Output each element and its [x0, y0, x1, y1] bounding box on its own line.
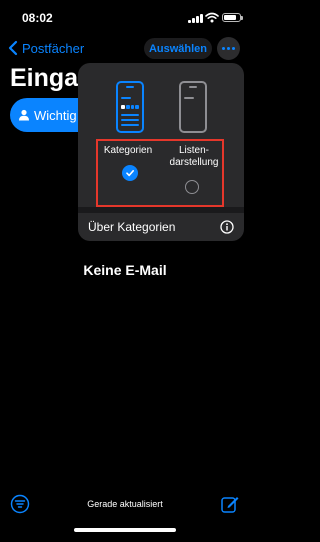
status-time: 08:02 — [22, 11, 53, 25]
chevron-left-icon — [8, 40, 18, 56]
status-bar: 08:02 — [0, 0, 250, 34]
more-icon — [221, 47, 236, 50]
category-chip-label: Wichtig — [34, 107, 77, 123]
about-categories-label: Über Kategorien — [88, 220, 176, 234]
option-categories-label[interactable]: Kategorien — [92, 145, 164, 157]
compose-icon[interactable] — [220, 494, 240, 514]
checkmark-icon — [126, 170, 134, 177]
update-status: Gerade aktualisiert — [87, 499, 163, 509]
more-button[interactable] — [217, 37, 240, 60]
back-button[interactable]: Postfächer — [6, 38, 84, 58]
option-list-label-line2: darstellung — [169, 157, 219, 168]
wifi-icon — [205, 12, 219, 23]
about-categories-item[interactable]: Über Kategorien — [78, 213, 244, 241]
categories-checkmark[interactable] — [122, 165, 138, 181]
person-icon — [19, 109, 29, 121]
option-list-label-line1: Listen- — [178, 145, 209, 156]
empty-state-text: Keine E-Mail — [83, 262, 167, 278]
signal-icon — [188, 13, 204, 23]
home-indicator — [74, 528, 176, 532]
view-options-menu: Kategorien Listen- darstellung Über Kate… — [78, 63, 244, 241]
battery-icon — [222, 13, 243, 22]
radio-empty-icon[interactable] — [185, 180, 199, 194]
categories-preview[interactable] — [116, 81, 144, 133]
list-view-preview[interactable] — [179, 81, 207, 133]
option-list-label[interactable]: Listen- darstellung — [158, 145, 230, 169]
info-icon — [220, 220, 234, 234]
back-button-label: Postfächer — [22, 40, 85, 56]
select-button[interactable]: Auswählen — [144, 38, 212, 59]
